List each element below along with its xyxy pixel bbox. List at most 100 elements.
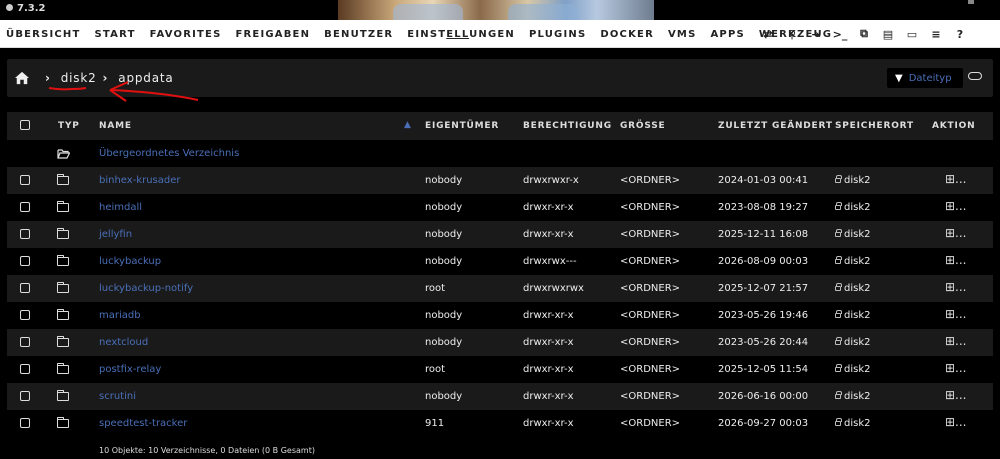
table-row[interactable]: speedtest-tracker 911 drwxr-xr-x <ORDNER> 20… xyxy=(7,410,993,437)
file-name-link[interactable]: speedtest-tracker xyxy=(99,410,187,437)
file-name-link[interactable]: nextcloud xyxy=(99,329,148,356)
sync-icon[interactable]: ⇄ xyxy=(756,20,780,48)
column-header-type[interactable]: TYP xyxy=(58,112,80,140)
table-row[interactable]: luckybackup nobody drwxrwx--- <ORDNER> 2026-… xyxy=(7,248,993,275)
row-checkbox[interactable] xyxy=(20,256,30,266)
log-icon[interactable]: ≡ xyxy=(924,20,948,48)
lock-icon xyxy=(835,175,842,183)
row-action-button[interactable]: ⊞... xyxy=(945,248,967,275)
feedback-icon[interactable]: ▤ xyxy=(876,20,900,48)
file-name-link[interactable]: mariadb xyxy=(99,302,141,329)
table-row[interactable]: postfix-relay root drwxr-xr-x <ORDNER> 2025-… xyxy=(7,356,993,383)
filetype-filter-button[interactable]: ▼ Dateityp xyxy=(887,68,963,88)
row-action-button[interactable]: ⊞... xyxy=(945,302,967,329)
home-icon[interactable] xyxy=(15,71,29,85)
info-icon xyxy=(6,4,13,11)
nav-item-plugins[interactable]: PLUGINS xyxy=(529,29,586,40)
breadcrumb-item-disk[interactable]: disk2 xyxy=(61,71,97,85)
file-name-link[interactable]: scrutini xyxy=(99,383,136,410)
location-label: disk2 xyxy=(844,364,871,375)
column-header-owner[interactable]: EIGENTÜMER xyxy=(425,112,499,140)
size-cell: <ORDNER> xyxy=(620,364,681,375)
breadcrumb-item-folder[interactable]: appdata xyxy=(118,71,173,85)
location-cell: disk2 xyxy=(835,329,871,356)
copy-icon[interactable]: ⧉ xyxy=(852,20,876,48)
table-row[interactable]: nextcloud nobody drwxr-xr-x <ORDNER> 2023-05… xyxy=(7,329,993,356)
row-checkbox[interactable] xyxy=(20,202,30,212)
table-row[interactable]: mariadb nobody drwxr-xr-x <ORDNER> 2023-05-2… xyxy=(7,302,993,329)
parent-directory-row[interactable]: Übergeordnetes Verzeichnis xyxy=(7,140,993,167)
owner-cell: nobody xyxy=(425,310,463,321)
table-row[interactable]: binhex-krusader nobody drwxrwxr-x <ORDNER> 2… xyxy=(7,167,993,194)
parent-directory-link[interactable]: Übergeordnetes Verzeichnis xyxy=(99,140,239,167)
nav-item-uebersicht[interactable]: ÜBERSICHT xyxy=(6,29,81,40)
owner-cell: nobody xyxy=(425,229,463,240)
monitor-icon[interactable]: ▭ xyxy=(900,20,924,48)
row-action-button[interactable]: ⊞... xyxy=(945,275,967,302)
modified-cell: 2025-12-11 16:08 xyxy=(718,229,809,240)
owner-cell: nobody xyxy=(425,256,463,267)
column-header-permission[interactable]: BERECHTIGUNG xyxy=(523,112,612,140)
lock-icon xyxy=(835,283,842,291)
row-action-button[interactable]: ⊞... xyxy=(945,329,967,356)
size-cell: <ORDNER> xyxy=(620,283,681,294)
file-name-link[interactable]: luckybackup xyxy=(99,248,161,275)
nav-item-docker[interactable]: DOCKER xyxy=(600,29,654,40)
permission-cell: drwxr-xr-x xyxy=(523,337,574,348)
modified-cell: 2026-09-27 00:03 xyxy=(718,418,809,429)
logout-icon[interactable]: ⇥ xyxy=(804,20,828,48)
help-icon[interactable]: ? xyxy=(948,20,972,48)
nav-item-start[interactable]: START xyxy=(95,29,136,40)
row-checkbox[interactable] xyxy=(20,337,30,347)
lock-icon xyxy=(835,337,842,345)
table-row[interactable]: scrutini nobody drwxr-xr-x <ORDNER> 2026-06-… xyxy=(7,383,993,410)
location-label: disk2 xyxy=(844,391,871,402)
column-header-modified[interactable]: ZULETZT GEÄNDERT xyxy=(718,112,833,140)
permission-cell: drwxr-xr-x xyxy=(523,364,574,375)
nav-item-benutzer[interactable]: BENUTZER xyxy=(324,29,393,40)
row-checkbox[interactable] xyxy=(20,364,30,374)
header-marker xyxy=(968,0,974,4)
table-row[interactable]: heimdall nobody drwxr-xr-x <ORDNER> 2023-08-… xyxy=(7,194,993,221)
column-header-name[interactable]: NAME xyxy=(99,112,132,140)
filter-icon: ▼ xyxy=(895,72,903,84)
table-row[interactable]: luckybackup-notify root drwxrwxrwx <ORDNER>… xyxy=(7,275,993,302)
column-header-location[interactable]: SPEICHERORT xyxy=(835,112,914,140)
file-name-link[interactable]: binhex-krusader xyxy=(99,167,181,194)
location-cell: disk2 xyxy=(835,302,871,329)
row-action-button[interactable]: ⊞... xyxy=(945,383,967,410)
nav-item-vms[interactable]: VMS xyxy=(668,29,697,40)
folder-icon xyxy=(56,309,69,320)
select-all-checkbox[interactable] xyxy=(20,120,30,130)
row-checkbox[interactable] xyxy=(20,391,30,401)
row-action-button[interactable]: ⊞... xyxy=(945,221,967,248)
permission-cell: drwxr-xr-x xyxy=(523,229,574,240)
file-name-link[interactable]: postfix-relay xyxy=(99,356,161,383)
table-row[interactable]: jellyfin nobody drwxr-xr-x <ORDNER> 2025-12-… xyxy=(7,221,993,248)
breadcrumb: › disk2 › appdata xyxy=(15,59,174,97)
column-header-size[interactable]: GRÖSSE xyxy=(620,112,665,140)
row-checkbox[interactable] xyxy=(20,175,30,185)
row-checkbox[interactable] xyxy=(20,418,30,428)
nav-item-freigaben[interactable]: FREIGABEN xyxy=(235,29,310,40)
row-checkbox[interactable] xyxy=(20,283,30,293)
modified-cell: 2024-01-03 00:41 xyxy=(718,175,809,186)
nav-item-einstellungen[interactable]: EINSTELLUNGEN xyxy=(407,29,515,40)
nav-item-favorites[interactable]: FAVORITES xyxy=(150,29,222,40)
search-icon[interactable]: ⚲ xyxy=(780,20,804,48)
view-toggle[interactable] xyxy=(968,72,982,80)
file-name-link[interactable]: heimdall xyxy=(99,194,142,221)
folder-icon xyxy=(56,363,69,374)
row-action-button[interactable]: ⊞... xyxy=(945,356,967,383)
modified-cell: 2023-05-26 19:46 xyxy=(718,310,809,321)
row-action-button[interactable]: ⊞... xyxy=(945,410,967,437)
lock-icon xyxy=(835,364,842,372)
terminal-icon[interactable]: >_ xyxy=(828,20,852,48)
row-action-button[interactable]: ⊞... xyxy=(945,167,967,194)
row-checkbox[interactable] xyxy=(20,229,30,239)
row-checkbox[interactable] xyxy=(20,310,30,320)
row-action-button[interactable]: ⊞... xyxy=(945,194,967,221)
file-name-link[interactable]: jellyfin xyxy=(99,221,132,248)
nav-item-apps[interactable]: APPS xyxy=(710,29,744,40)
file-name-link[interactable]: luckybackup-notify xyxy=(99,275,193,302)
